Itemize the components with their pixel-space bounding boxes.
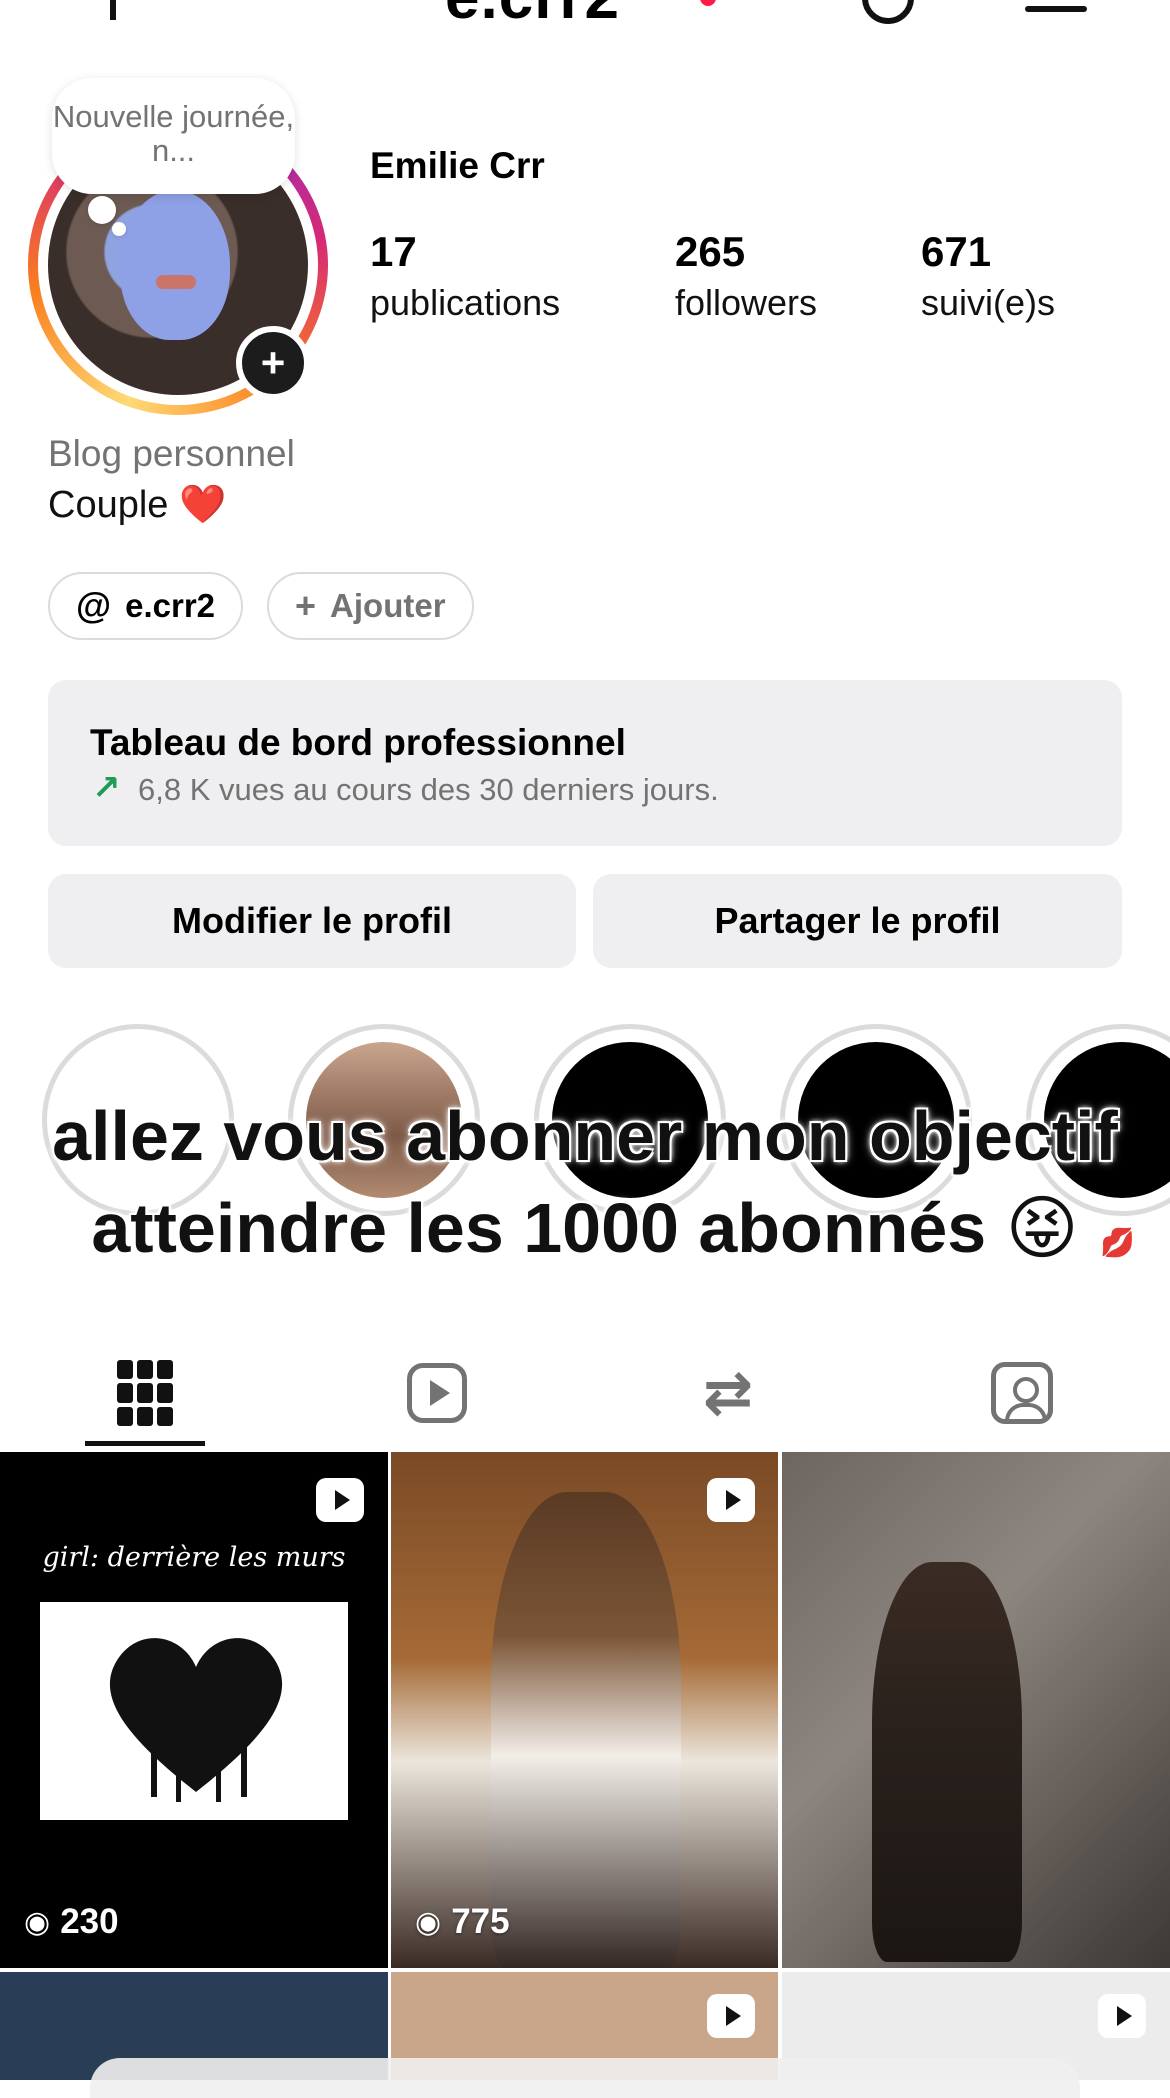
share-profile-button[interactable]: Partager le profil xyxy=(593,874,1122,968)
active-tab-indicator xyxy=(85,1441,205,1446)
post-3-person xyxy=(872,1562,1022,1962)
repost-icon: ⇄ xyxy=(702,1359,754,1426)
posts-count[interactable]: 17 xyxy=(370,228,417,276)
dashboard-title: Tableau de bord professionnel xyxy=(90,722,626,763)
notification-dot xyxy=(700,0,716,6)
username-title[interactable]: e.crr2 xyxy=(445,0,620,33)
post-1-caption: girl: derrière les murs xyxy=(42,1542,346,1573)
tab-reposts[interactable]: ⇄ xyxy=(678,1348,778,1438)
back-icon[interactable] xyxy=(110,0,116,20)
post-2-views: ◉ 775 xyxy=(415,1902,510,1941)
following-count[interactable]: 671 xyxy=(921,228,991,276)
tab-tagged[interactable] xyxy=(972,1348,1072,1438)
tab-reels[interactable] xyxy=(387,1348,487,1438)
profile-category: Blog personnel xyxy=(48,433,295,474)
menu-icon[interactable] xyxy=(1025,6,1087,12)
reel-badge-icon xyxy=(1098,1994,1146,2038)
dashboard-subtitle: 6,8 K vues au cours des 30 derniers jour… xyxy=(138,772,719,807)
black-heart-image xyxy=(109,1638,283,1802)
eye-icon: ◉ xyxy=(24,1905,51,1939)
eye-icon: ◉ xyxy=(415,1905,442,1939)
reel-badge-icon xyxy=(707,1478,755,1522)
trend-up-icon: ↗ xyxy=(92,769,121,807)
add-story-button[interactable]: + xyxy=(236,326,310,400)
tab-grid[interactable] xyxy=(95,1348,195,1438)
note-bubble[interactable]: Nouvelle journée, n... xyxy=(52,78,295,194)
plus-icon: + xyxy=(295,585,317,626)
profile-bio: Couple ❤️ xyxy=(48,484,227,526)
followers-label[interactable]: followers xyxy=(675,282,817,324)
overlay-caption: allez vous abonner mon objectif atteindr… xyxy=(52,1097,1118,1267)
reel-badge-icon xyxy=(316,1478,364,1522)
add-link-button[interactable]: + Ajouter xyxy=(267,572,474,640)
threads-icon: @ xyxy=(76,585,112,626)
post-tile-1[interactable]: girl: derrière les murs ◉ 230 xyxy=(0,1452,388,1968)
post-2-person xyxy=(491,1492,681,1968)
bottom-sheet-handle[interactable] xyxy=(90,2058,1080,2098)
posts-label[interactable]: publications xyxy=(370,282,560,324)
reel-badge-icon xyxy=(707,1994,755,2038)
threads-handle: e.crr2 xyxy=(125,587,216,624)
tagged-icon xyxy=(991,1362,1053,1424)
edit-profile-button[interactable]: Modifier le profil xyxy=(48,874,576,968)
profile-name: Emilie Crr xyxy=(370,145,545,186)
following-label[interactable]: suivi(e)s xyxy=(921,282,1055,324)
grid-icon xyxy=(117,1360,173,1426)
post-tile-2[interactable]: ◉ 775 xyxy=(391,1452,778,1968)
threads-link-button[interactable]: @ e.crr2 xyxy=(48,572,244,640)
note-bubble-tail-small xyxy=(112,222,126,236)
reels-icon xyxy=(407,1363,467,1423)
add-link-label: Ajouter xyxy=(330,587,446,624)
threads-icon[interactable] xyxy=(862,0,914,24)
post-1-views: ◉ 230 xyxy=(24,1902,119,1941)
followers-count[interactable]: 265 xyxy=(675,228,745,276)
post-tile-3[interactable] xyxy=(782,1452,1170,1968)
note-bubble-tail xyxy=(88,196,116,224)
